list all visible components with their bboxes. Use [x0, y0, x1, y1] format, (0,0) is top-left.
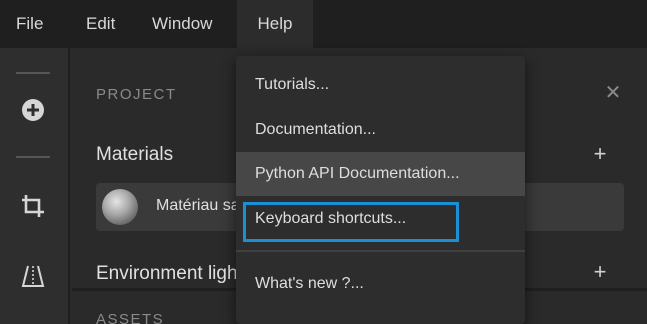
materials-label[interactable]: Materials	[96, 144, 173, 166]
environment-light-label[interactable]: Environment ligh	[96, 263, 238, 285]
add-material-button[interactable]: +	[588, 142, 612, 166]
menu-file[interactable]: File	[0, 0, 70, 48]
toolbar-divider	[16, 156, 50, 158]
add-environment-light-button[interactable]: +	[588, 260, 612, 284]
material-name: Matériau sa	[156, 197, 240, 214]
material-swatch	[102, 189, 138, 225]
menu-window[interactable]: Window	[136, 0, 237, 48]
help-dropdown-menu: Tutorials... Documentation... Python API…	[236, 56, 525, 324]
menu-item-whats-new[interactable]: What's new ?...	[236, 262, 525, 306]
crop-icon[interactable]	[19, 192, 47, 220]
menu-divider	[236, 250, 525, 252]
menu-help[interactable]: Help	[237, 0, 313, 48]
keyboard-shortcuts-highlight	[243, 202, 459, 242]
close-panel-button[interactable]: ✕	[602, 82, 624, 104]
menu-item-tutorials[interactable]: Tutorials...	[236, 63, 525, 107]
menu-item-python-api-documentation[interactable]: Python API Documentation...	[236, 152, 525, 196]
section-title-assets: ASSETS	[96, 311, 165, 324]
menu-edit[interactable]: Edit	[70, 0, 136, 48]
perspective-icon[interactable]	[19, 262, 47, 290]
left-toolbar	[0, 48, 70, 324]
toolbar-divider	[16, 72, 50, 74]
menu-bar: File Edit Window Help	[0, 0, 647, 48]
menu-item-documentation[interactable]: Documentation...	[236, 108, 525, 152]
add-circle-icon[interactable]	[19, 96, 47, 124]
section-title-project: PROJECT	[96, 86, 177, 103]
